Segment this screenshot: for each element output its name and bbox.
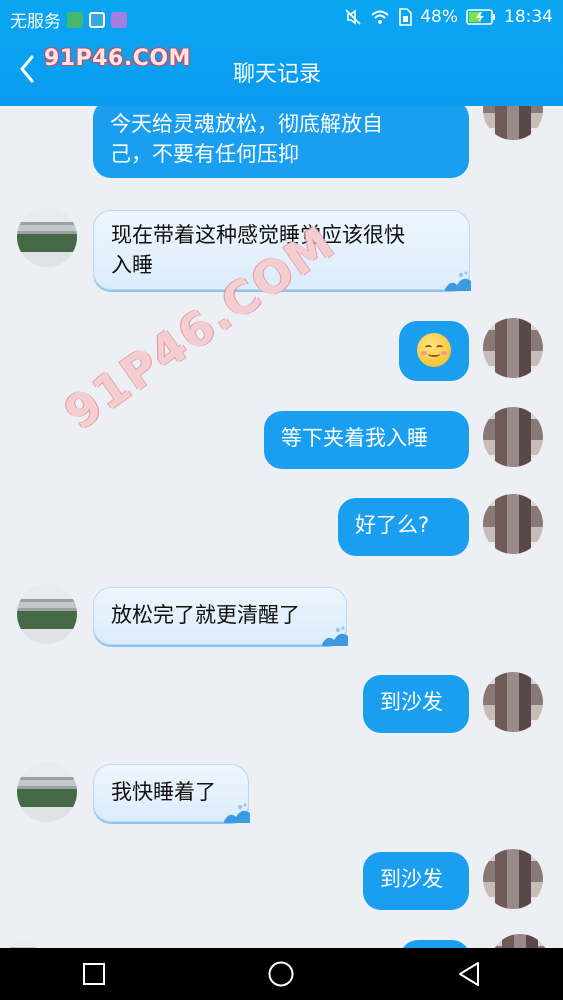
message-text: 等下夹着我入睡 [281, 426, 428, 450]
smiling-blush-emoji-icon [417, 333, 451, 367]
message-text: 到沙发 [380, 690, 443, 714]
wave-decoration-icon [445, 271, 471, 291]
friend-avatar[interactable] [8, 940, 38, 948]
clock: 18:34 [504, 7, 553, 27]
battery-icon [466, 9, 495, 25]
message-text: 己，不要有任何压抑 [110, 142, 299, 166]
message-text: 我快睡着了 [111, 780, 216, 804]
self-avatar[interactable] [483, 318, 543, 378]
friend-avatar[interactable] [17, 762, 77, 822]
friend-avatar[interactable] [17, 584, 77, 644]
battery-percent: 48% [420, 7, 458, 27]
status-bar: 无服务 48% 18:34 [0, 0, 563, 36]
message-bubble-self[interactable] [399, 321, 469, 381]
message-bubble-self[interactable]: 好了么? [338, 498, 469, 556]
back-nav-button[interactable] [439, 954, 499, 994]
message-bubble-friend[interactable]: 我快睡着了 [93, 764, 250, 823]
recents-button[interactable] [64, 954, 124, 994]
app-notification-icon [67, 11, 83, 28]
message-text: 放松完了就更清醒了 [111, 603, 300, 627]
self-avatar[interactable] [483, 106, 543, 140]
carrier-label: 无服务 [10, 12, 61, 32]
wifi-icon [371, 10, 389, 24]
back-button[interactable] [14, 54, 40, 84]
qq-notification-icon [89, 11, 105, 28]
triangle-back-icon [459, 962, 480, 986]
friend-avatar[interactable] [17, 207, 77, 267]
title-bar: 91P46.COM 聊天记录 [0, 36, 563, 106]
mute-icon [345, 9, 361, 25]
message-text: 现在带着这种感觉睡觉应该很快 [111, 223, 405, 247]
home-button[interactable] [251, 954, 311, 994]
message-text: 到沙发 [380, 867, 443, 891]
top-bar: 无服务 48% 18:34 91P46.COM 聊天记录 [0, 0, 563, 106]
message-text: 今天给灵魂放松，彻底解放自 [110, 112, 383, 136]
page-title: 聊天记录 [233, 62, 322, 87]
chat-history[interactable]: 今天给灵魂放松，彻底解放自 己，不要有任何压抑 现在带着这种感觉睡觉应该很快 入… [0, 106, 563, 948]
self-avatar[interactable] [483, 849, 543, 909]
wave-decoration-icon [224, 803, 250, 823]
message-bubble-self[interactable]: 到沙发 [363, 852, 469, 910]
sim-icon [399, 8, 413, 26]
message-bubble-self[interactable]: 等下夹着我入睡 [264, 411, 469, 469]
message-bubble-friend[interactable]: 现在带着这种感觉睡觉应该很快 入睡 [93, 210, 471, 291]
message-bubble-self[interactable]: 到沙发 [363, 675, 469, 733]
message-bubble-self[interactable] [400, 940, 470, 948]
self-avatar[interactable] [490, 934, 550, 948]
self-avatar[interactable] [483, 494, 543, 554]
message-text: 好了么? [355, 513, 430, 537]
wave-decoration-icon [322, 626, 348, 646]
square-icon [82, 963, 105, 985]
self-avatar[interactable] [483, 672, 543, 732]
message-text: 入睡 [111, 253, 153, 277]
chevron-left-icon [20, 55, 34, 83]
self-avatar[interactable] [483, 407, 543, 467]
message-bubble-friend[interactable]: 放松完了就更清醒了 [93, 587, 348, 646]
gallery-notification-icon [111, 11, 127, 28]
system-navigation-bar [0, 948, 563, 1000]
circle-icon [268, 961, 294, 987]
watermark-text: 91P46.COM [44, 46, 191, 71]
message-bubble-self[interactable]: 今天给灵魂放松，彻底解放自 己，不要有任何压抑 [93, 106, 469, 178]
